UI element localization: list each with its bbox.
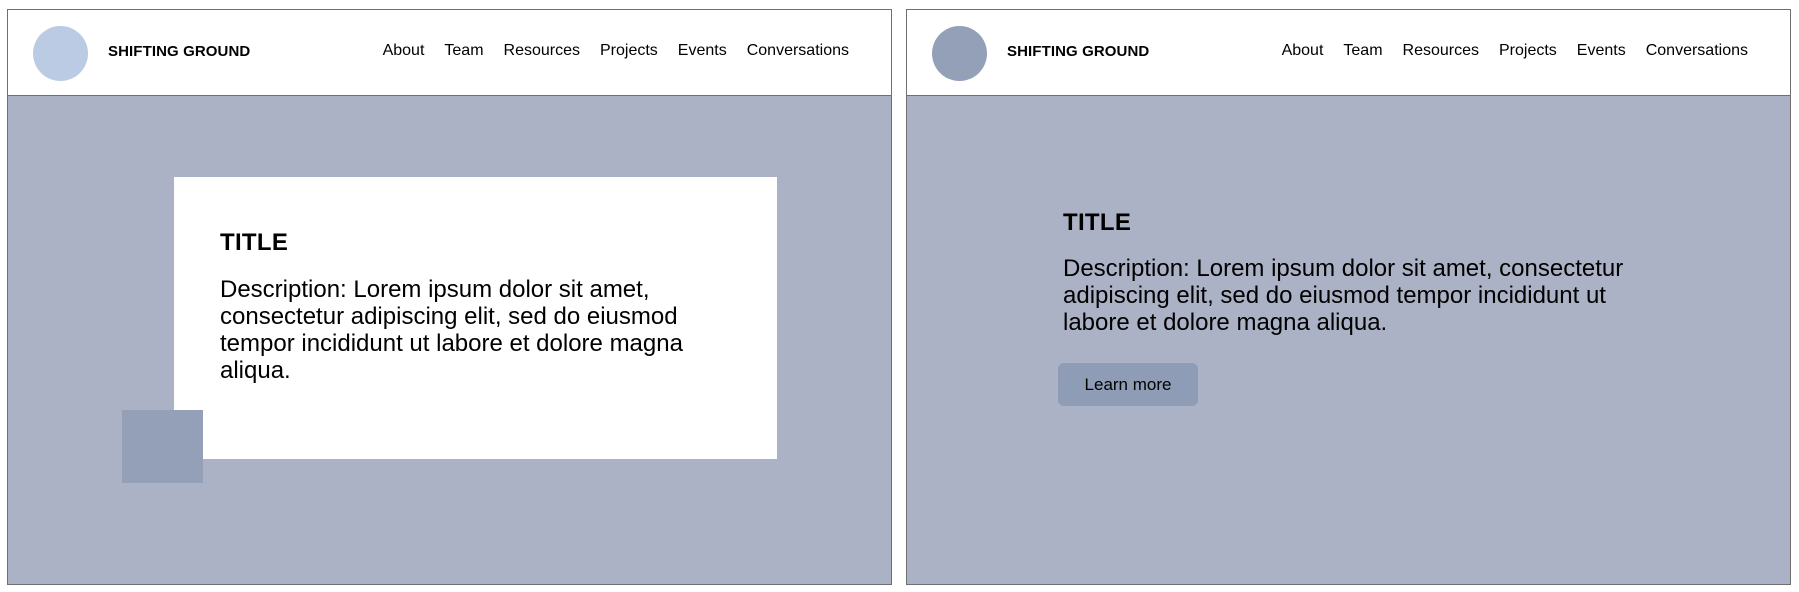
nav-item-events[interactable]: Events	[678, 42, 727, 60]
nav-item-events[interactable]: Events	[1577, 42, 1626, 60]
nav-item-conversations[interactable]: Conversations	[1646, 42, 1748, 60]
nav-item-resources[interactable]: Resources	[1403, 42, 1479, 60]
wireframe-variant-button: SHIFTING GROUND About Team Resources Pro…	[906, 9, 1791, 585]
main-nav: About Team Resources Projects Events Con…	[383, 42, 849, 60]
logo-icon[interactable]	[932, 26, 987, 81]
accent-square	[122, 410, 203, 483]
nav-item-resources[interactable]: Resources	[504, 42, 580, 60]
nav-item-team[interactable]: Team	[444, 42, 483, 60]
nav-item-about[interactable]: About	[383, 42, 425, 60]
site-header: SHIFTING GROUND About Team Resources Pro…	[8, 10, 891, 96]
nav-item-about[interactable]: About	[1282, 42, 1324, 60]
nav-item-conversations[interactable]: Conversations	[747, 42, 849, 60]
logo-icon[interactable]	[33, 26, 88, 81]
nav-item-team[interactable]: Team	[1343, 42, 1382, 60]
learn-more-button[interactable]: Learn more	[1058, 363, 1198, 406]
wireframe-variant-card: SHIFTING GROUND About Team Resources Pro…	[7, 9, 892, 585]
nav-item-projects[interactable]: Projects	[1499, 42, 1557, 60]
site-header: SHIFTING GROUND About Team Resources Pro…	[907, 10, 1790, 96]
nav-item-projects[interactable]: Projects	[600, 42, 658, 60]
site-brand[interactable]: SHIFTING GROUND	[1007, 43, 1149, 60]
hero-description: Description: Lorem ipsum dolor sit amet,…	[1063, 255, 1624, 336]
main-nav: About Team Resources Projects Events Con…	[1282, 42, 1748, 60]
hero-description: Description: Lorem ipsum dolor sit amet,…	[220, 276, 683, 384]
hero-title: TITLE	[1063, 209, 1132, 236]
hero-title: TITLE	[220, 229, 289, 256]
site-brand[interactable]: SHIFTING GROUND	[108, 43, 250, 60]
